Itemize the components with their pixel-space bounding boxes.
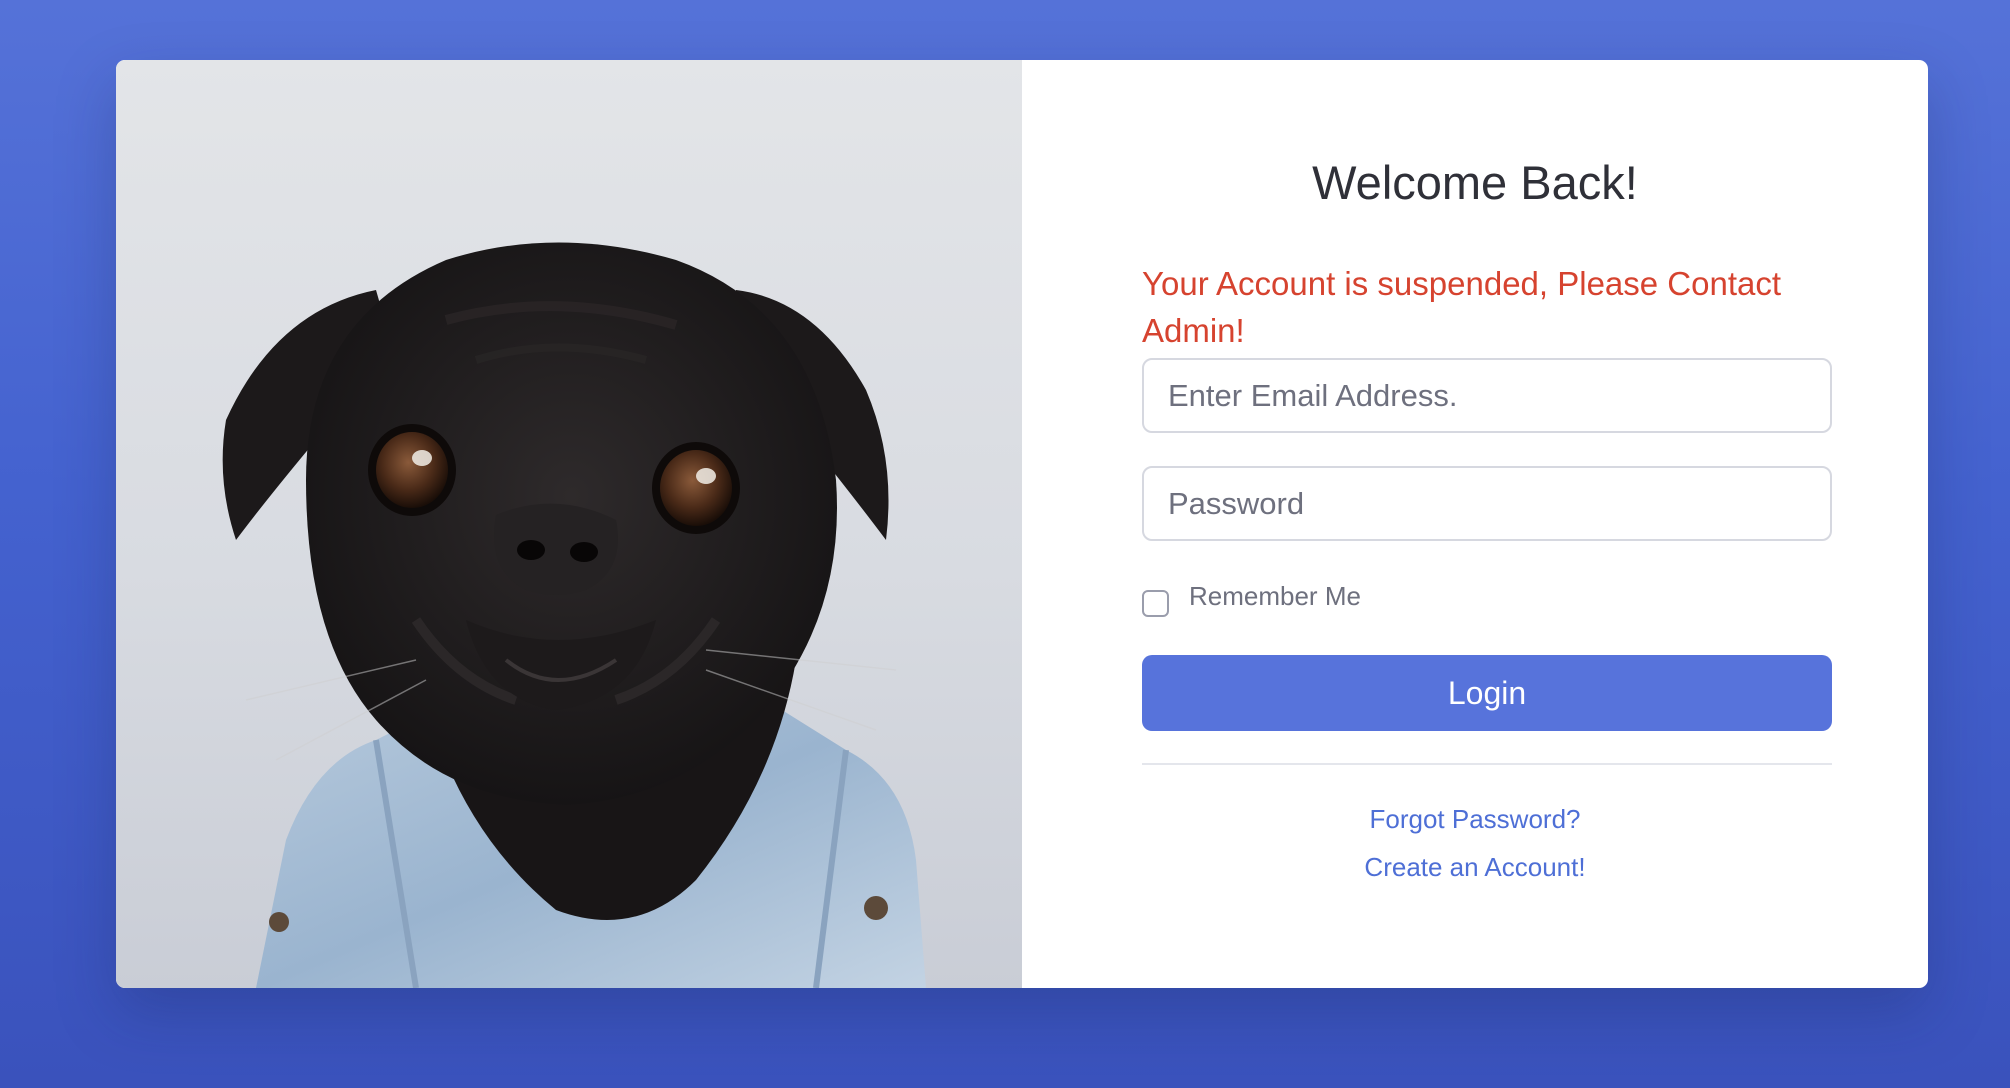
login-card: Welcome Back! Your Account is suspended,… bbox=[116, 60, 1928, 988]
password-input[interactable] bbox=[1142, 466, 1832, 541]
remember-me-label[interactable]: Remember Me bbox=[1189, 578, 1361, 614]
email-input[interactable] bbox=[1142, 358, 1832, 433]
pug-illustration bbox=[222, 242, 926, 988]
login-button[interactable]: Login bbox=[1142, 655, 1832, 731]
remember-me-row: Remember Me bbox=[1142, 578, 1361, 618]
forgot-password-link[interactable]: Forgot Password? bbox=[1022, 804, 1928, 835]
login-form-panel: Welcome Back! Your Account is suspended,… bbox=[1022, 60, 1928, 988]
create-account-link[interactable]: Create an Account! bbox=[1022, 852, 1928, 883]
divider bbox=[1142, 763, 1832, 765]
page-title: Welcome Back! bbox=[1312, 156, 1638, 209]
remember-me-checkbox[interactable] bbox=[1142, 590, 1169, 617]
account-suspended-alert: Your Account is suspended, Please Contac… bbox=[1142, 265, 1782, 349]
pug-photo bbox=[116, 60, 1022, 988]
